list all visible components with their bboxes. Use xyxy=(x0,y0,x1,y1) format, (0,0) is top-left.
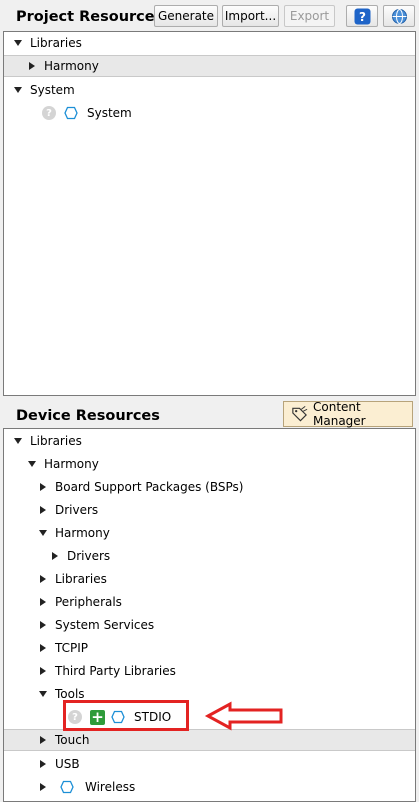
expanded-arrow-icon[interactable] xyxy=(14,40,22,46)
tree-label: Harmony xyxy=(44,457,99,471)
tree-node-system[interactable]: System xyxy=(4,79,415,101)
collapsed-arrow-icon[interactable] xyxy=(52,552,58,560)
tree-node-drivers[interactable]: Drivers xyxy=(4,499,415,521)
expanded-arrow-icon[interactable] xyxy=(39,530,47,536)
tree-node-harmony-sub[interactable]: Harmony xyxy=(4,522,415,544)
help-button[interactable]: ? xyxy=(346,5,378,27)
tree-node-system-services[interactable]: System Services xyxy=(4,614,415,636)
globe-icon xyxy=(391,8,407,24)
collapsed-arrow-icon[interactable] xyxy=(29,62,35,70)
tree-label: Harmony xyxy=(44,59,99,73)
tree-label: System xyxy=(87,106,132,120)
collapsed-arrow-icon[interactable] xyxy=(40,598,46,606)
annotation-highlight-box xyxy=(63,700,189,731)
tree-label: Drivers xyxy=(55,503,99,517)
content-manager-button[interactable]: Content Manager xyxy=(283,400,413,428)
collapsed-arrow-icon[interactable] xyxy=(40,667,46,675)
tree-node-touch[interactable]: Touch xyxy=(4,729,415,751)
collapsed-arrow-icon[interactable] xyxy=(40,621,46,629)
svg-text:?: ? xyxy=(359,10,366,24)
collapsed-arrow-icon[interactable] xyxy=(40,783,46,791)
tree-label: USB xyxy=(55,757,80,771)
red-arrow xyxy=(204,701,283,731)
collapsed-arrow-icon[interactable] xyxy=(40,644,46,652)
device-resources-tree[interactable]: Libraries Harmony Board Support Packages… xyxy=(3,428,416,802)
hex-component-icon xyxy=(60,780,74,794)
content-manager-icon xyxy=(292,406,308,422)
question-icon: ? xyxy=(42,106,56,120)
tree-node-wireless[interactable]: Wireless xyxy=(4,776,415,798)
tree-label: Drivers xyxy=(67,549,111,563)
tree-label: Board Support Packages (BSPs) xyxy=(55,480,244,494)
expanded-arrow-icon[interactable] xyxy=(14,438,22,444)
tree-label: Touch xyxy=(55,733,90,747)
tree-node-usb[interactable]: USB xyxy=(4,753,415,775)
generate-button[interactable]: Generate xyxy=(154,5,218,27)
collapsed-arrow-icon[interactable] xyxy=(40,736,46,744)
help-icon: ? xyxy=(354,8,370,24)
tree-node-tcpip[interactable]: TCPIP xyxy=(4,637,415,659)
collapsed-arrow-icon[interactable] xyxy=(40,575,46,583)
collapsed-arrow-icon[interactable] xyxy=(40,760,46,768)
globe-button[interactable] xyxy=(383,5,415,27)
tree-label: System Services xyxy=(55,618,155,632)
device-resources-title: Device Resources xyxy=(16,408,160,424)
collapsed-arrow-icon[interactable] xyxy=(40,483,46,491)
tree-node-libraries[interactable]: Libraries xyxy=(4,430,415,452)
expanded-arrow-icon[interactable] xyxy=(14,87,22,93)
expanded-arrow-icon[interactable] xyxy=(39,691,47,697)
tree-label: Peripherals xyxy=(55,595,122,609)
tree-node-libraries[interactable]: Libraries xyxy=(4,32,415,54)
tree-label: Harmony xyxy=(55,526,110,540)
expanded-arrow-icon[interactable] xyxy=(28,461,36,467)
tree-label: Libraries xyxy=(30,434,82,448)
tree-node-harmony-drivers[interactable]: Drivers xyxy=(4,545,415,567)
tree-node-third-party[interactable]: Third Party Libraries xyxy=(4,660,415,682)
tree-label: Third Party Libraries xyxy=(55,664,176,678)
tree-node-libraries-sub[interactable]: Libraries xyxy=(4,568,415,590)
tree-label: TCPIP xyxy=(55,641,89,655)
tree-node-harmony[interactable]: Harmony xyxy=(4,55,415,77)
collapsed-arrow-icon[interactable] xyxy=(40,506,46,514)
tree-label: Libraries xyxy=(55,572,107,586)
project-resources-tree[interactable]: Libraries Harmony System ? System xyxy=(3,31,416,396)
tree-label: System xyxy=(30,83,75,97)
tree-label: Tools xyxy=(55,687,85,701)
tree-node-peripherals[interactable]: Peripherals xyxy=(4,591,415,613)
tree-node-bsps[interactable]: Board Support Packages (BSPs) xyxy=(4,476,415,498)
tree-label: Libraries xyxy=(30,36,82,50)
tree-label: Wireless xyxy=(85,780,136,794)
content-manager-label: Content Manager xyxy=(313,400,366,428)
hex-component-icon xyxy=(64,106,78,120)
tree-node-system-component[interactable]: ? System xyxy=(4,102,415,124)
tree-node-harmony[interactable]: Harmony xyxy=(4,453,415,475)
export-button[interactable]: Export xyxy=(284,5,335,27)
import-button[interactable]: Import... xyxy=(222,5,279,27)
project-resources-title-text: Project Resources xyxy=(16,9,164,25)
